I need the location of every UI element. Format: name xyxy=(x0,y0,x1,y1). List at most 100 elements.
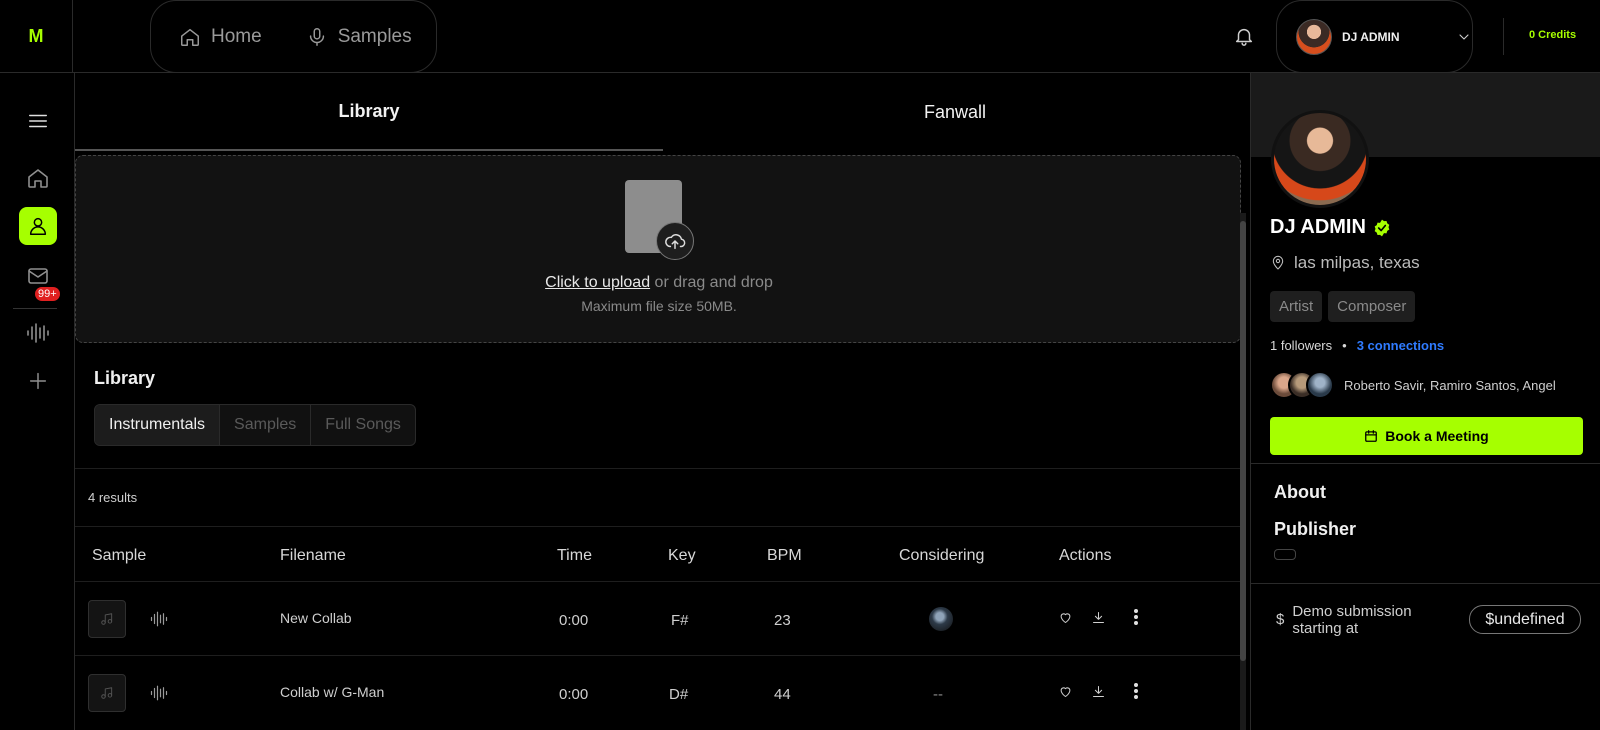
divider xyxy=(1251,583,1600,584)
inbox-badge: 99+ xyxy=(35,287,60,301)
row-time: 0:00 xyxy=(559,686,589,703)
nav-home[interactable]: Home xyxy=(179,26,262,48)
row-filename: Collab w/ G-Man xyxy=(280,684,385,700)
nav-samples-label: Samples xyxy=(337,25,412,47)
bell-icon xyxy=(1235,28,1253,46)
user-icon xyxy=(29,217,47,235)
upload-dropzone[interactable]: Click to upload or drag and drop Maximum… xyxy=(75,155,1241,343)
follow-stats: 1 followers • 3 connections xyxy=(1270,338,1444,353)
upload-rest-text: or drag and drop xyxy=(650,274,773,291)
divider xyxy=(1503,18,1504,55)
demo-text: Demo submission starting at xyxy=(1292,603,1412,637)
tag-artist: Artist xyxy=(1270,291,1323,322)
connections-preview[interactable]: Roberto Savir, Ramiro Santos, Angel xyxy=(1270,371,1556,399)
tab-library[interactable]: Library xyxy=(75,73,663,151)
mail-icon xyxy=(28,268,48,284)
calendar-icon xyxy=(1365,430,1378,442)
more-vertical-icon[interactable] xyxy=(1128,608,1144,626)
top-nav: Home Samples xyxy=(150,0,437,73)
dot-separator: • xyxy=(1342,338,1347,353)
user-menu[interactable]: DJ ADMIN xyxy=(1276,0,1473,73)
sample-artwork[interactable] xyxy=(88,600,126,638)
table-row[interactable]: Collab w/ G-Man 0:00 D# 44 -- xyxy=(75,656,1240,730)
waveform-icon xyxy=(27,323,49,343)
waveform-icon[interactable] xyxy=(149,684,169,702)
col-key: Key xyxy=(668,547,696,564)
row-key: F# xyxy=(671,612,689,629)
sidebar-item-profile[interactable] xyxy=(19,207,57,245)
filter-instrumentals[interactable]: Instrumentals xyxy=(95,405,221,445)
publisher-heading: Publisher xyxy=(1274,519,1357,539)
filter-full-songs[interactable]: Full Songs xyxy=(311,405,415,445)
user-name: DJ ADMIN xyxy=(1342,29,1400,44)
profile-name-row: DJ ADMIN xyxy=(1270,216,1392,239)
followers-count[interactable]: 1 followers xyxy=(1270,338,1332,353)
col-considering: Considering xyxy=(899,547,985,564)
tag-composer: Composer xyxy=(1328,291,1416,322)
connections-link[interactable]: 3 connections xyxy=(1357,338,1444,353)
sample-artwork[interactable] xyxy=(88,674,126,712)
sidebar-item-add[interactable] xyxy=(19,362,57,400)
map-pin-icon xyxy=(1272,255,1284,270)
verified-badge-icon xyxy=(1374,219,1390,236)
download-icon[interactable] xyxy=(1091,610,1106,625)
user-avatar xyxy=(1296,18,1332,55)
heart-icon[interactable] xyxy=(1058,610,1073,625)
dollar-icon: $ xyxy=(1276,611,1285,628)
scrollbar-thumb[interactable] xyxy=(1240,221,1246,661)
sidebar-item-audio[interactable] xyxy=(19,314,57,352)
app-logo[interactable]: M xyxy=(0,0,73,73)
profile-avatar[interactable] xyxy=(1271,110,1369,208)
scrollbar[interactable] xyxy=(1240,213,1246,730)
row-time: 0:00 xyxy=(559,612,589,629)
about-heading: About xyxy=(1274,482,1326,502)
book-meeting-button[interactable]: Book a Meeting xyxy=(1270,417,1583,455)
filter-samples[interactable]: Samples xyxy=(220,405,312,445)
notifications-bell[interactable] xyxy=(1233,24,1255,48)
demo-price[interactable]: $undefined xyxy=(1469,605,1581,634)
home-icon xyxy=(181,28,199,46)
row-key: D# xyxy=(669,686,689,703)
considering-avatar[interactable] xyxy=(929,607,953,631)
library-filter: Instrumentals Samples Full Songs xyxy=(94,404,416,446)
col-sample: Sample xyxy=(92,547,147,564)
location-text: las milpas, texas xyxy=(1294,253,1420,272)
row-considering: -- xyxy=(933,686,943,703)
chevron-down-icon xyxy=(1459,33,1469,40)
col-filename: Filename xyxy=(280,547,346,564)
menu-button[interactable] xyxy=(19,102,57,140)
main-content: Library Fanwall Click to upload or drag … xyxy=(75,73,1247,730)
plus-icon xyxy=(29,372,47,390)
upload-instructions: Click to upload or drag and drop xyxy=(76,274,1242,292)
results-count: 4 results xyxy=(88,490,138,505)
home-icon xyxy=(28,169,48,188)
more-vertical-icon[interactable] xyxy=(1128,682,1144,700)
music-note-icon xyxy=(101,613,113,625)
connection-avatar xyxy=(1306,371,1334,399)
download-icon[interactable] xyxy=(1091,684,1106,699)
table-row[interactable]: New Collab 0:00 F# 23 xyxy=(75,582,1240,656)
top-bar: M Home Samples DJ ADMIN 0 Credits xyxy=(0,0,1600,73)
tab-fanwall[interactable]: Fanwall xyxy=(663,73,1247,151)
microphone-icon xyxy=(309,27,324,46)
row-filename: New Collab xyxy=(280,610,352,626)
sidebar: 99+ xyxy=(0,73,75,730)
col-actions: Actions xyxy=(1059,547,1112,564)
table-header: Sample Filename Time Key BPM Considering… xyxy=(75,527,1240,583)
divider xyxy=(1251,463,1600,464)
credits-label[interactable]: 0 Credits xyxy=(1529,29,1576,41)
logo-text: M xyxy=(28,26,44,46)
publisher-empty-pill xyxy=(1274,549,1296,560)
book-meeting-label: Book a Meeting xyxy=(1385,428,1489,444)
connection-names: Roberto Savir, Ramiro Santos, Angel xyxy=(1344,377,1556,393)
row-bpm: 44 xyxy=(774,686,791,703)
sidebar-item-home[interactable] xyxy=(19,159,57,197)
profile-tags: Artist Composer xyxy=(1270,291,1416,322)
nav-samples[interactable]: Samples xyxy=(306,26,412,48)
heart-icon[interactable] xyxy=(1058,684,1073,699)
profile-panel: DJ ADMIN las milpas, texas Artist Compos… xyxy=(1250,73,1600,730)
library-title: Library xyxy=(94,368,156,388)
col-time: Time xyxy=(557,547,592,564)
upload-link[interactable]: Click to upload xyxy=(545,274,650,291)
waveform-icon[interactable] xyxy=(149,610,169,628)
